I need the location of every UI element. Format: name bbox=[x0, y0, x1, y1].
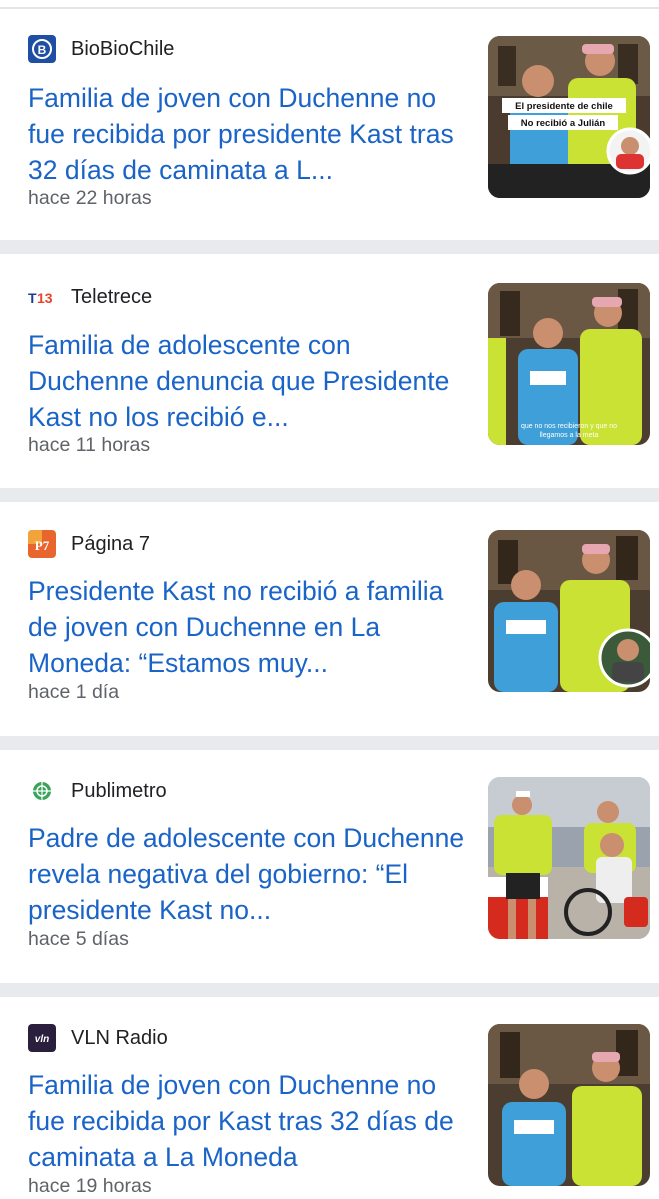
news-card[interactable]: vln VLN Radio Familia de joven con Duche… bbox=[0, 997, 659, 1199]
top-divider bbox=[0, 0, 659, 9]
svg-text:P7: P7 bbox=[35, 538, 50, 553]
headline-link[interactable]: Familia de joven con Duchenne no fue rec… bbox=[28, 1067, 468, 1175]
svg-text:El presidente de chile: El presidente de chile bbox=[515, 101, 613, 112]
timestamp: hace 22 horas bbox=[28, 187, 152, 209]
teletrece-logo-icon: T 13 bbox=[28, 283, 56, 311]
publimetro-logo-icon bbox=[28, 777, 56, 805]
card-separator bbox=[0, 983, 659, 997]
card-separator bbox=[0, 240, 659, 254]
source-name: Teletrece bbox=[71, 285, 153, 308]
svg-text:13: 13 bbox=[37, 290, 53, 306]
news-card[interactable]: P7 Página 7 Presidente Kast no recibió a… bbox=[0, 502, 659, 736]
svg-text:llegamos a la meta: llegamos a la meta bbox=[540, 432, 599, 439]
source-name: Página 7 bbox=[71, 532, 150, 555]
article-thumbnail[interactable] bbox=[488, 1024, 650, 1186]
headline-link[interactable]: Presidente Kast no recibió a familia de … bbox=[28, 573, 468, 681]
source-name: BioBioChile bbox=[71, 37, 175, 60]
timestamp: hace 11 horas bbox=[28, 434, 151, 456]
pagina7-logo-icon: P7 bbox=[28, 530, 56, 558]
source-row: P7 Página 7 bbox=[28, 529, 150, 559]
vln-radio-logo-icon: vln bbox=[28, 1024, 56, 1052]
news-card[interactable]: Publimetro Padre de adolescente con Duch… bbox=[0, 750, 659, 983]
article-thumbnail[interactable]: que no nos recibieron y que no llegamos … bbox=[488, 283, 650, 445]
card-separator bbox=[0, 736, 659, 750]
article-thumbnail[interactable]: El presidente de chile No recibió a Juli… bbox=[488, 36, 650, 198]
headline-link[interactable]: Familia de adolescente con Duchenne denu… bbox=[28, 327, 468, 435]
source-row: Publimetro bbox=[28, 776, 167, 806]
svg-text:T: T bbox=[28, 290, 37, 306]
biobiochile-logo-icon: B bbox=[28, 35, 56, 63]
news-card[interactable]: T 13 Teletrece Familia de adolescente con… bbox=[0, 254, 659, 488]
source-row: vln VLN Radio bbox=[28, 1023, 168, 1053]
svg-text:que no nos recibieron y que no: que no nos recibieron y que no bbox=[521, 423, 617, 430]
card-separator bbox=[0, 488, 659, 502]
headline-link[interactable]: Familia de joven con Duchenne no fue rec… bbox=[28, 80, 468, 188]
timestamp: hace 19 horas bbox=[28, 1175, 152, 1197]
source-row: B BioBioChile bbox=[28, 34, 174, 64]
headline-link[interactable]: Padre de adolescente con Duchenne revela… bbox=[28, 820, 468, 928]
svg-text:No recibió a Julián: No recibió a Julián bbox=[521, 118, 606, 129]
timestamp: hace 5 días bbox=[28, 928, 129, 950]
news-card[interactable]: B BioBioChile Familia de joven con Duche… bbox=[0, 9, 659, 240]
source-name: VLN Radio bbox=[71, 1026, 168, 1049]
svg-text:vln: vln bbox=[35, 1034, 49, 1045]
source-name: Publimetro bbox=[71, 779, 167, 802]
article-thumbnail[interactable] bbox=[488, 530, 650, 692]
svg-text:B: B bbox=[38, 43, 47, 57]
timestamp: hace 1 día bbox=[28, 681, 120, 703]
article-thumbnail[interactable] bbox=[488, 777, 650, 939]
source-row: T 13 Teletrece bbox=[28, 282, 152, 312]
